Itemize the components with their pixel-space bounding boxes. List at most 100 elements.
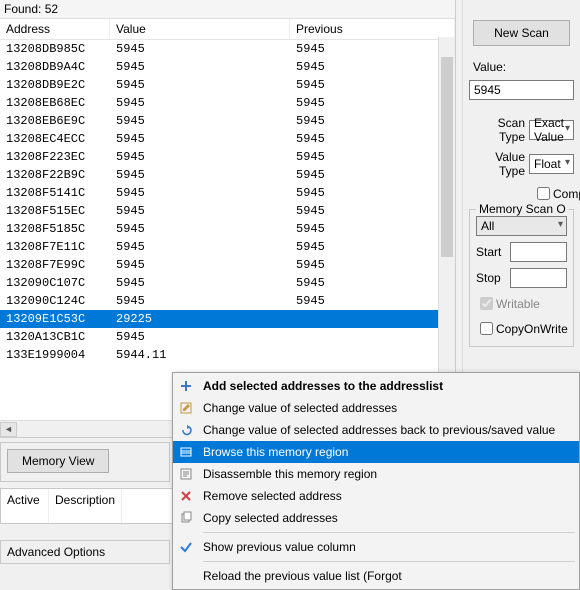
- blank-icon: [173, 565, 199, 587]
- header-value[interactable]: Value: [110, 19, 290, 39]
- value-type-label: Value Type: [469, 150, 529, 178]
- table-row[interactable]: 13208DB9A4C59455945: [0, 58, 455, 76]
- cell-previous: [290, 328, 455, 346]
- table-row[interactable]: 13208DB9E2C59455945: [0, 76, 455, 94]
- value-type-dropdown[interactable]: Float: [529, 154, 574, 174]
- stop-label: Stop: [476, 271, 510, 285]
- table-row[interactable]: 132090C107C59455945: [0, 274, 455, 292]
- context-menu-label: Disassemble this memory region: [203, 467, 377, 481]
- cell-previous: 5945: [290, 112, 455, 130]
- context-menu-label: Remove selected address: [203, 489, 342, 503]
- cell-address: 13208EB6E9C: [0, 112, 110, 130]
- new-scan-button[interactable]: New Scan: [473, 20, 570, 46]
- vertical-scrollbar[interactable]: [438, 37, 455, 400]
- cell-address: 13208F7E11C: [0, 238, 110, 256]
- cell-value: 5944.11: [110, 346, 290, 364]
- table-row[interactable]: 13208F515EC59455945: [0, 202, 455, 220]
- cell-value: 5945: [110, 292, 290, 310]
- context-menu-item[interactable]: Reload the previous value list (Forgot: [173, 565, 579, 587]
- cell-previous: 5945: [290, 130, 455, 148]
- table-row[interactable]: 13208EB6E9C59455945: [0, 112, 455, 130]
- table-row[interactable]: 13208F5185C59455945: [0, 220, 455, 238]
- table-row[interactable]: 13208EB68EC59455945: [0, 94, 455, 112]
- cell-address: 13208EB68EC: [0, 94, 110, 112]
- cell-address: 13208DB9A4C: [0, 58, 110, 76]
- cell-address: 13209E1C53C: [0, 310, 110, 328]
- scan-type-dropdown[interactable]: Exact Value: [529, 120, 574, 140]
- stop-address-input[interactable]: [510, 268, 567, 288]
- table-row[interactable]: 1320A13CB1C5945: [0, 328, 455, 346]
- cell-value: 5945: [110, 202, 290, 220]
- table-row[interactable]: 13208EC4ECC59455945: [0, 130, 455, 148]
- cell-previous: 5945: [290, 40, 455, 58]
- table-row[interactable]: 13208DB985C59455945: [0, 40, 455, 58]
- start-address-input[interactable]: [510, 242, 567, 262]
- memory-range-dropdown[interactable]: All: [476, 216, 567, 236]
- table-row[interactable]: 132090C124C59455945: [0, 292, 455, 310]
- context-menu-item[interactable]: Change value of selected addresses: [173, 397, 579, 419]
- cell-value: 5945: [110, 94, 290, 112]
- results-list: Address Value Previous 13208DB985C594559…: [0, 19, 455, 417]
- cell-value: 5945: [110, 148, 290, 166]
- context-menu-label: Show previous value column: [203, 540, 356, 554]
- context-menu-label: Browse this memory region: [203, 445, 348, 459]
- context-menu-separator: [203, 561, 575, 562]
- cell-value: 5945: [110, 76, 290, 94]
- cell-previous: 5945: [290, 184, 455, 202]
- context-menu-item[interactable]: Add selected addresses to the addresslis…: [173, 375, 579, 397]
- copy-icon: [173, 507, 199, 529]
- copyonwrite-checkbox[interactable]: [480, 322, 493, 335]
- cell-previous: 5945: [290, 256, 455, 274]
- context-menu-item[interactable]: Remove selected address: [173, 485, 579, 507]
- table-row[interactable]: 13208F223EC59455945: [0, 148, 455, 166]
- compare-checkbox[interactable]: [537, 187, 550, 200]
- header-previous[interactable]: Previous: [290, 19, 455, 39]
- cell-value: 5945: [110, 58, 290, 76]
- context-menu-item[interactable]: Show previous value column: [173, 536, 579, 558]
- scroll-left-icon[interactable]: ◄: [0, 422, 17, 437]
- scan-value-input[interactable]: 5945: [469, 80, 574, 100]
- cell-value: 5945: [110, 184, 290, 202]
- compare-label: Compare: [553, 187, 580, 201]
- context-menu-item[interactable]: Change value of selected addresses back …: [173, 419, 579, 441]
- addresslist-header-active[interactable]: Active: [1, 489, 49, 523]
- context-menu-item[interactable]: Disassemble this memory region: [173, 463, 579, 485]
- writable-checkbox[interactable]: [480, 297, 493, 310]
- cell-previous: 5945: [290, 166, 455, 184]
- advanced-options-button[interactable]: Advanced Options: [0, 540, 170, 564]
- cell-address: 13208F22B9C: [0, 166, 110, 184]
- table-row[interactable]: 13208F7E99C59455945: [0, 256, 455, 274]
- cell-previous: 5945: [290, 76, 455, 94]
- scan-type-label: Scan Type: [469, 116, 529, 144]
- disasm-icon: [173, 463, 199, 485]
- memory-scan-options-title: Memory Scan O: [476, 202, 569, 216]
- browse-icon: [173, 441, 199, 463]
- context-menu-item[interactable]: Browse this memory region: [173, 441, 579, 463]
- undo-icon: [173, 419, 199, 441]
- context-menu-label: Reload the previous value list (Forgot: [203, 569, 402, 583]
- context-menu-item[interactable]: Copy selected addresses: [173, 507, 579, 529]
- table-row[interactable]: 13208F7E11C59455945: [0, 238, 455, 256]
- memory-view-button[interactable]: Memory View: [7, 449, 109, 473]
- cell-previous: 5945: [290, 238, 455, 256]
- scrollbar-thumb[interactable]: [441, 57, 453, 257]
- cell-previous: 5945: [290, 148, 455, 166]
- cell-value: 5945: [110, 166, 290, 184]
- table-row[interactable]: 13209E1C53C29225: [0, 310, 455, 328]
- cell-address: 13208F515EC: [0, 202, 110, 220]
- remove-icon: [173, 485, 199, 507]
- cell-previous: [290, 346, 455, 364]
- cell-address: 132090C107C: [0, 274, 110, 292]
- context-menu: Add selected addresses to the addresslis…: [172, 372, 580, 590]
- cell-address: 13208F7E99C: [0, 256, 110, 274]
- table-row[interactable]: 13208F5141C59455945: [0, 184, 455, 202]
- header-address[interactable]: Address: [0, 19, 110, 39]
- cell-value: 5945: [110, 238, 290, 256]
- table-row[interactable]: 13208F22B9C59455945: [0, 166, 455, 184]
- cell-address: 13208DB9E2C: [0, 76, 110, 94]
- cell-address: 13208F223EC: [0, 148, 110, 166]
- addresslist-header-description[interactable]: Description: [49, 489, 122, 523]
- table-row[interactable]: 133E19990045944.11: [0, 346, 455, 364]
- cell-value: 5945: [110, 112, 290, 130]
- cell-previous: [290, 310, 455, 328]
